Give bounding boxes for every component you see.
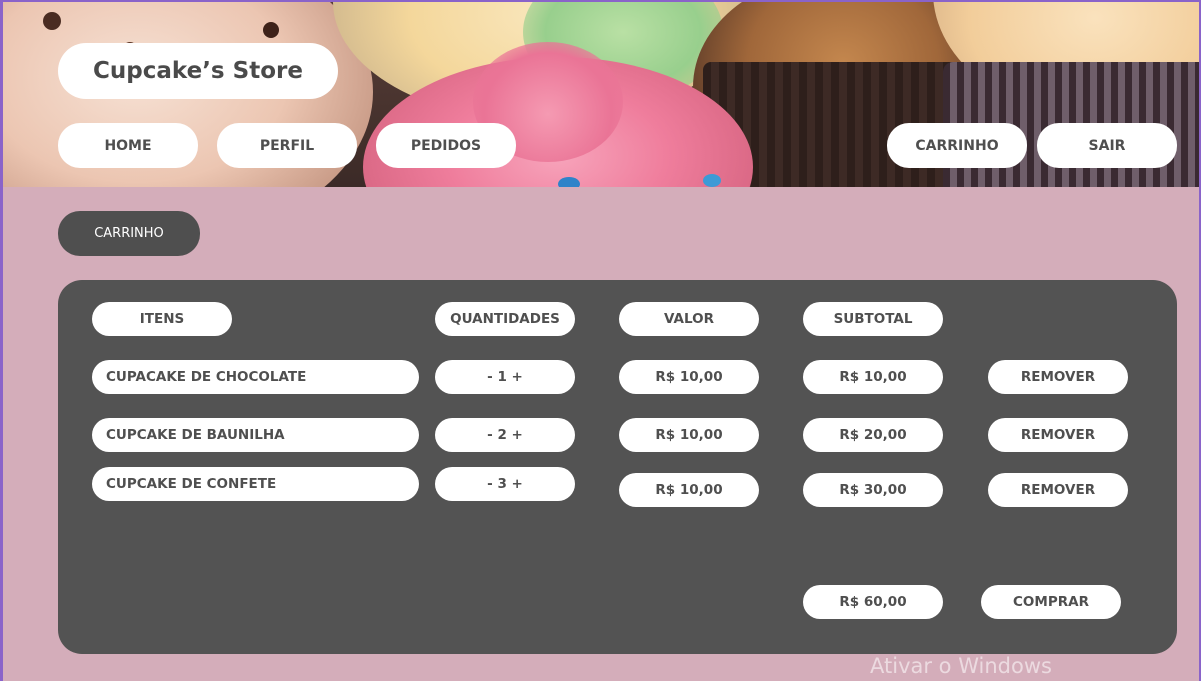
nav-cart-button[interactable]: CARRINHO: [887, 123, 1027, 168]
cart-item-subtotal: R$ 30,00: [803, 473, 943, 507]
quantity-stepper[interactable]: - 2 +: [435, 418, 575, 452]
cart-item-value: R$ 10,00: [619, 473, 759, 507]
chocolate-sprinkle: [263, 22, 279, 38]
cart-item-name: CUPCAKE DE CONFETE: [92, 467, 419, 501]
nav-logout-button[interactable]: SAIR: [1037, 123, 1177, 168]
remove-item-button[interactable]: REMOVER: [988, 360, 1128, 394]
header-value: VALOR: [619, 302, 759, 336]
chocolate-sprinkle: [43, 12, 61, 30]
nav-home-button[interactable]: HOME: [58, 123, 198, 168]
cart-item-subtotal: R$ 10,00: [803, 360, 943, 394]
header-items: ITENS: [92, 302, 232, 336]
blue-sprinkle: [558, 177, 580, 187]
header-quantity: QUANTIDADES: [435, 302, 575, 336]
cart-item-value: R$ 10,00: [619, 360, 759, 394]
remove-item-button[interactable]: REMOVER: [988, 418, 1128, 452]
cart-item-name: CUPACAKE DE CHOCOLATE: [92, 360, 419, 394]
store-logo-title[interactable]: Cupcake’s Store: [58, 43, 338, 99]
nav-orders-button[interactable]: PEDIDOS: [376, 123, 516, 168]
section-title-cart: CARRINHO: [58, 211, 200, 256]
cart-item-name: CUPCAKE DE BAUNILHA: [92, 418, 419, 452]
app-window: Cupcake’s Store HOME PERFIL PEDIDOS CARR…: [0, 0, 1201, 681]
cart-item-value: R$ 10,00: [619, 418, 759, 452]
quantity-stepper[interactable]: - 3 +: [435, 467, 575, 501]
remove-item-button[interactable]: REMOVER: [988, 473, 1128, 507]
cart-total: R$ 60,00: [803, 585, 943, 619]
quantity-stepper[interactable]: - 1 +: [435, 360, 575, 394]
cart-item-subtotal: R$ 20,00: [803, 418, 943, 452]
buy-button[interactable]: COMPRAR: [981, 585, 1121, 619]
windows-activation-watermark: Ativar o Windows: [870, 654, 1052, 678]
header-subtotal: SUBTOTAL: [803, 302, 943, 336]
blue-sprinkle: [703, 174, 721, 187]
nav-profile-button[interactable]: PERFIL: [217, 123, 357, 168]
